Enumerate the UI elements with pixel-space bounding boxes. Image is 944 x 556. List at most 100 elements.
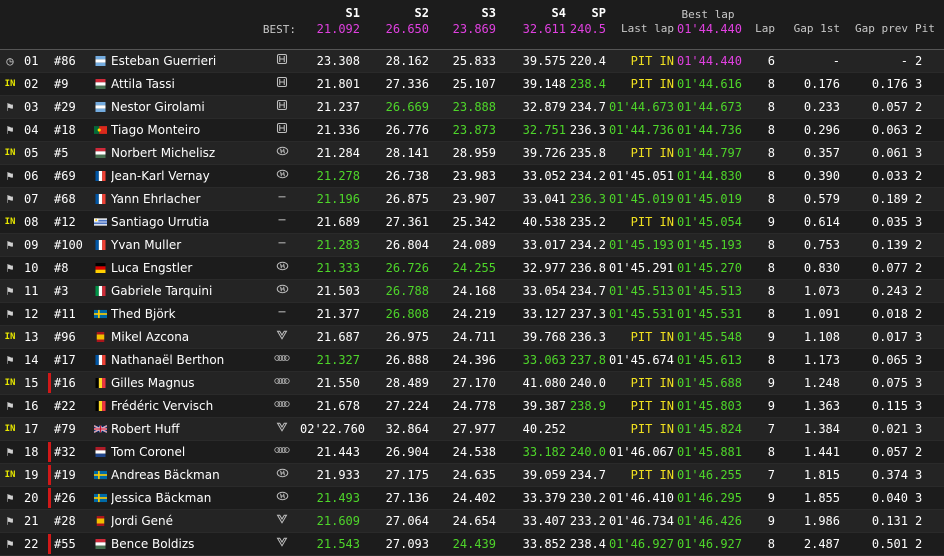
lap-count: 9 — [767, 330, 775, 344]
car-number: #17 — [54, 353, 76, 367]
position: 13 — [24, 330, 39, 344]
driver-name[interactable]: Bence Boldizs — [111, 533, 271, 555]
sector-1: 21.196 — [316, 192, 360, 206]
driver-name[interactable]: Attila Tassi — [111, 73, 271, 95]
col-last-lap[interactable]: Last lap — [606, 22, 674, 35]
sector-3: 24.778 — [452, 399, 496, 413]
pit-in-icon: IN — [4, 378, 16, 388]
pit-in-icon: IN — [4, 332, 16, 342]
gap-prev: 0.033 — [871, 169, 908, 183]
sector-2: 26.726 — [385, 261, 429, 275]
driver-name[interactable]: Yvan Muller — [111, 234, 271, 256]
sector-4: 33.041 — [522, 192, 566, 206]
last-lap: 01'44.736 — [608, 123, 674, 137]
speed: 235.2 — [569, 215, 606, 229]
sector-4: 41.080 — [522, 376, 566, 390]
sector-2: 27.136 — [385, 491, 429, 505]
table-row[interactable]: IN 13 #96 Mikel Azcona 21.687 26.975 24.711 39.… — [0, 326, 944, 349]
driver-name[interactable]: Robert Huff — [111, 418, 271, 440]
driver-name[interactable]: Esteban Guerrieri — [111, 50, 271, 72]
table-row[interactable]: ⚑ 11 #3 Gabriele Tarquini 21.503 26.788 24.168… — [0, 280, 944, 303]
table-row[interactable]: ⚑ 06 #69 Jean-Karl Vernay 21.278 26.738 23.983… — [0, 165, 944, 188]
pit-count: 2 — [915, 123, 923, 137]
gap-first: 1.173 — [803, 353, 840, 367]
col-best-lap[interactable]: Best lap — [674, 8, 742, 21]
driver-name[interactable]: Thed Björk — [111, 303, 271, 325]
sector-1: 21.237 — [316, 100, 360, 114]
driver-name[interactable]: Jordi Gené — [111, 510, 271, 532]
sector-2: 28.162 — [385, 54, 429, 68]
col-lap[interactable]: Lap — [748, 22, 775, 35]
speed: 237.3 — [569, 307, 606, 321]
position: 21 — [24, 514, 39, 528]
table-row[interactable]: ⚑ 07 #68 Yann Ehrlacher 21.196 26.875 23.907 33… — [0, 188, 944, 211]
col-s1[interactable]: S1 — [330, 6, 360, 20]
driver-name[interactable]: Tiago Monteiro — [111, 119, 271, 141]
table-row[interactable]: ⚑ 04 #18 Tiago Monteiro 21.336 26.776 23.873 32… — [0, 119, 944, 142]
driver-name[interactable]: Gilles Magnus — [111, 372, 271, 394]
table-row[interactable]: ⚑ 03 #29 Nestor Girolami 21.237 26.669 23.888 3… — [0, 96, 944, 119]
driver-name[interactable]: Luca Engstler — [111, 257, 271, 279]
sector-2: 27.093 — [385, 537, 429, 551]
driver-name[interactable]: Santiago Urrutia — [111, 211, 271, 233]
driver-name[interactable]: Nestor Girolami — [111, 96, 271, 118]
best-s4: 32.611 — [522, 22, 566, 36]
table-row[interactable]: ⚑ 22 #55 Bence Boldizs 21.543 27.093 24.439 33.… — [0, 533, 944, 556]
table-row[interactable]: ⚑ 18 #32 Tom Coronel 21.443 26.904 24.538 33.18… — [0, 441, 944, 464]
driver-name[interactable]: Nathanaël Berthon — [111, 349, 271, 371]
position: 16 — [24, 399, 39, 413]
table-row[interactable]: ◷ 01 #86 Esteban Guerrieri 23.308 28.162 25.83… — [0, 50, 944, 73]
speed: 236.8 — [569, 261, 606, 275]
best-lap: 01'44.673 — [676, 100, 742, 114]
pit-count: 3 — [915, 330, 923, 344]
checkered-flag-icon: ⚑ — [6, 238, 14, 252]
table-row[interactable]: ⚑ 09 #100 Yvan Muller 21.283 26.804 24.089 33.0… — [0, 234, 944, 257]
table-row[interactable]: ⚑ 16 #22 Frédéric Vervisch 21.678 27.224 24.77… — [0, 395, 944, 418]
col-s3[interactable]: S3 — [466, 6, 496, 20]
lap-count: 9 — [767, 399, 775, 413]
driver-name[interactable]: Andreas Bäckman — [111, 464, 271, 486]
table-row[interactable]: ⚑ 14 #17 Nathanaël Berthon 21.327 26.888 24.39… — [0, 349, 944, 372]
checkered-flag-icon: ⚑ — [6, 261, 14, 275]
table-row[interactable]: IN 17 #79 Robert Huff 02'22.760 32.864 27.977 4… — [0, 418, 944, 441]
car-number: #69 — [54, 169, 76, 183]
hyundai-logo-icon — [274, 283, 290, 299]
lap-count: 8 — [767, 77, 775, 91]
table-row[interactable]: ⚑ 21 #28 Jordi Gené 21.609 27.064 24.654 33.407… — [0, 510, 944, 533]
table-row[interactable]: ⚑ 12 #11 Thed Björk 21.377 26.808 24.219 33.127… — [0, 303, 944, 326]
col-pit[interactable]: Pit — [915, 22, 940, 35]
col-s2[interactable]: S2 — [399, 6, 429, 20]
col-gap-1st[interactable]: Gap 1st — [790, 22, 840, 35]
col-gap-prev[interactable]: Gap prev — [850, 22, 908, 35]
sector-2: 27.336 — [385, 77, 429, 91]
table-row[interactable]: IN 08 #12 Santiago Urrutia 21.689 27.361 25.34… — [0, 211, 944, 234]
last-lap: 01'45.513 — [608, 284, 674, 298]
driver-name[interactable]: Gabriele Tarquini — [111, 280, 271, 302]
gap-first: 1.855 — [803, 491, 840, 505]
driver-name[interactable]: Jean-Karl Vernay — [111, 165, 271, 187]
checkered-flag-icon: ⚑ — [6, 514, 14, 528]
driver-name[interactable]: Jessica Bäckman — [111, 487, 271, 509]
speed: 234.2 — [569, 238, 606, 252]
table-row[interactable]: IN 19 #19 Andreas Bäckman 21.933 27.175 24.635… — [0, 464, 944, 487]
col-s4[interactable]: S4 — [536, 6, 566, 20]
driver-name[interactable]: Frédéric Vervisch — [111, 395, 271, 417]
car-number: #29 — [54, 100, 76, 114]
gap-first: 0.296 — [803, 123, 840, 137]
driver-name[interactable]: Yann Ehrlacher — [111, 188, 271, 210]
table-row[interactable]: IN 02 #9 Attila Tassi 21.801 27.336 25.107 39.1… — [0, 73, 944, 96]
table-row[interactable]: ⚑ 20 #26 Jessica Bäckman 21.493 27.136 24.402 3… — [0, 487, 944, 510]
driver-name[interactable]: Tom Coronel — [111, 441, 271, 463]
speed: 240.0 — [569, 445, 606, 459]
table-row[interactable]: ⚑ 10 #8 Luca Engstler 21.333 26.726 24.255 32.9… — [0, 257, 944, 280]
sector-2: 26.975 — [385, 330, 429, 344]
speed: 237.8 — [569, 353, 606, 367]
col-sp[interactable]: SP — [576, 6, 606, 20]
sector-1: 21.327 — [316, 353, 360, 367]
table-row[interactable]: IN 05 #5 Norbert Michelisz 21.284 28.141 28.95… — [0, 142, 944, 165]
driver-name[interactable]: Mikel Azcona — [111, 326, 271, 348]
driver-name[interactable]: Norbert Michelisz — [111, 142, 271, 164]
sector-3: 23.983 — [452, 169, 496, 183]
table-row[interactable]: IN 15 #16 Gilles Magnus 21.550 28.489 27.170 41… — [0, 372, 944, 395]
position: 19 — [24, 468, 39, 482]
